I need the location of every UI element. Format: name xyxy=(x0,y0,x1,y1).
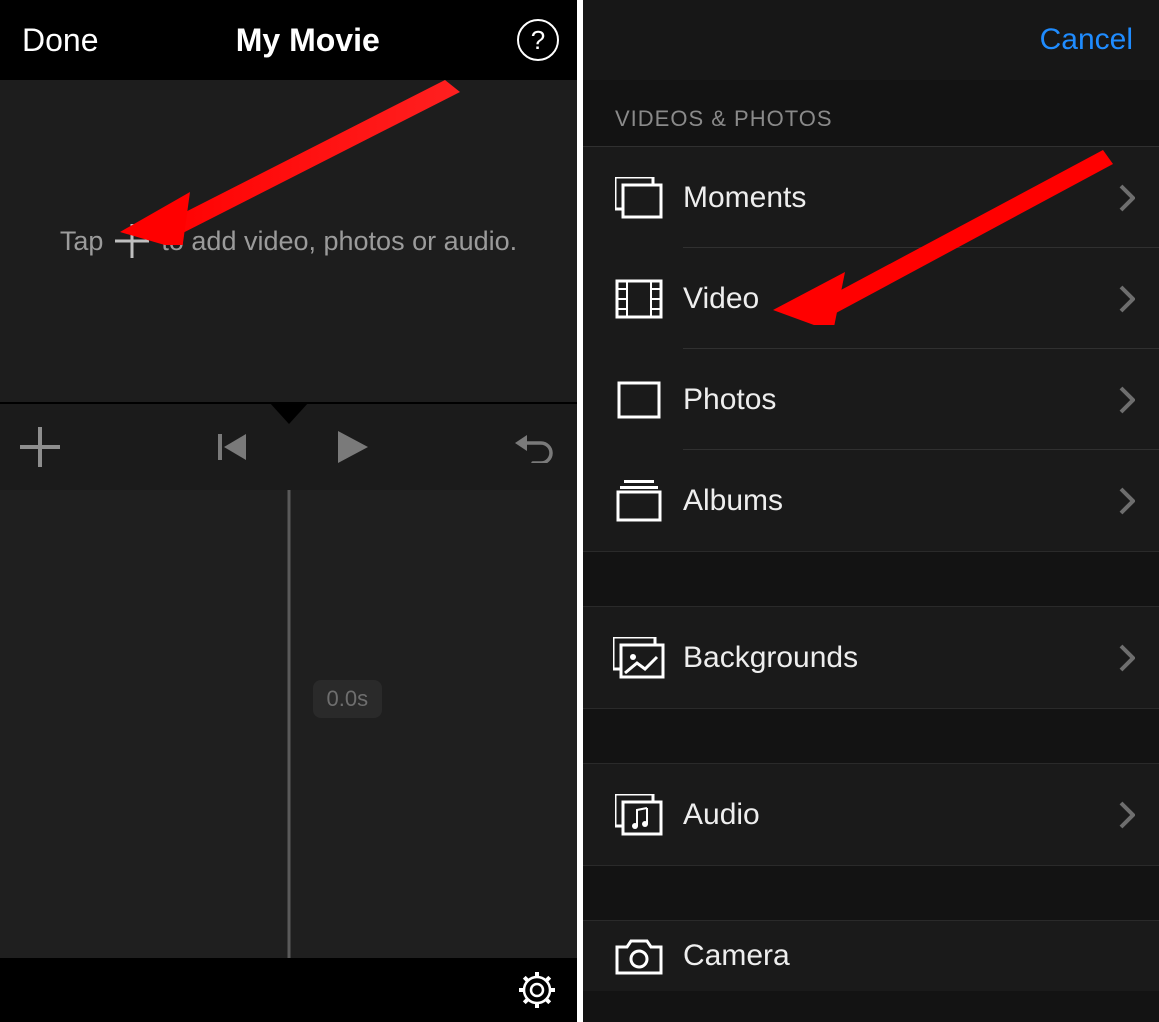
undo-icon xyxy=(515,431,555,463)
skip-to-start-button[interactable] xyxy=(218,432,248,462)
audio-icon xyxy=(615,794,663,836)
time-indicator: 0.0s xyxy=(313,680,383,718)
chevron-right-icon xyxy=(1119,801,1135,829)
media-extra-list-1: Backgrounds xyxy=(583,607,1159,708)
project-title: My Movie xyxy=(236,22,380,59)
cancel-button[interactable]: Cancel xyxy=(1040,23,1133,57)
undo-button[interactable] xyxy=(515,431,555,463)
chevron-right-icon xyxy=(1119,386,1135,414)
done-button[interactable]: Done xyxy=(22,22,99,59)
media-browser-header: Cancel xyxy=(583,0,1159,80)
row-label: Backgrounds xyxy=(677,641,1119,675)
editor-header: Done My Movie ? xyxy=(0,0,577,80)
film-icon xyxy=(615,279,663,319)
row-label: Camera xyxy=(677,939,1135,973)
section-gap xyxy=(583,551,1159,607)
skip-back-icon xyxy=(218,432,248,462)
section-gap xyxy=(583,708,1159,764)
gear-icon xyxy=(519,972,555,1008)
row-label: Moments xyxy=(677,181,1119,215)
row-label: Photos xyxy=(677,383,1119,417)
hint-text-post: to add video, photos or audio. xyxy=(161,226,517,257)
timeline-controls xyxy=(0,402,577,490)
help-button[interactable]: ? xyxy=(517,19,559,61)
row-albums[interactable]: Albums xyxy=(583,450,1159,551)
section-gap xyxy=(583,865,1159,921)
row-photos[interactable]: Photos xyxy=(583,349,1159,450)
help-icon: ? xyxy=(531,25,545,56)
playhead-line xyxy=(287,490,290,960)
chevron-right-icon xyxy=(1119,285,1135,313)
chevron-right-icon xyxy=(1119,487,1135,515)
photo-icon xyxy=(617,381,661,419)
plus-icon[interactable] xyxy=(115,224,149,258)
add-media-hint: Tap to add video, photos or audio. xyxy=(60,224,517,258)
row-audio[interactable]: Audio xyxy=(583,764,1159,865)
bottom-bar xyxy=(0,958,577,1022)
row-moments[interactable]: Moments xyxy=(583,147,1159,248)
media-browser-pane: Cancel VIDEOS & PHOTOS Moments xyxy=(583,0,1159,1022)
row-label: Albums xyxy=(677,484,1119,518)
chevron-right-icon xyxy=(1119,184,1135,212)
media-extra-list-2: Audio xyxy=(583,764,1159,865)
editor-pane: Done My Movie ? Tap to add video, photos… xyxy=(0,0,577,1022)
albums-icon xyxy=(616,480,662,522)
media-category-list: Moments Video xyxy=(583,147,1159,551)
chevron-right-icon xyxy=(1119,644,1135,672)
hint-text-pre: Tap xyxy=(60,226,104,257)
row-video[interactable]: Video xyxy=(583,248,1159,349)
timeline[interactable]: 0.0s xyxy=(0,490,577,960)
row-camera[interactable]: Camera xyxy=(583,921,1159,991)
preview-area: Tap to add video, photos or audio. xyxy=(0,80,577,402)
backgrounds-icon xyxy=(613,637,665,679)
row-backgrounds[interactable]: Backgrounds xyxy=(583,607,1159,708)
add-media-button[interactable] xyxy=(20,427,60,467)
moments-icon xyxy=(615,177,663,219)
play-button[interactable] xyxy=(334,429,370,465)
section-header-videos-photos: VIDEOS & PHOTOS xyxy=(583,80,1159,146)
camera-icon xyxy=(615,937,663,975)
play-icon xyxy=(334,429,370,465)
row-label: Audio xyxy=(677,798,1119,832)
settings-button[interactable] xyxy=(519,972,555,1008)
row-label: Video xyxy=(677,282,1119,316)
playhead-notch xyxy=(269,402,309,424)
media-extra-list-3: Camera xyxy=(583,921,1159,991)
